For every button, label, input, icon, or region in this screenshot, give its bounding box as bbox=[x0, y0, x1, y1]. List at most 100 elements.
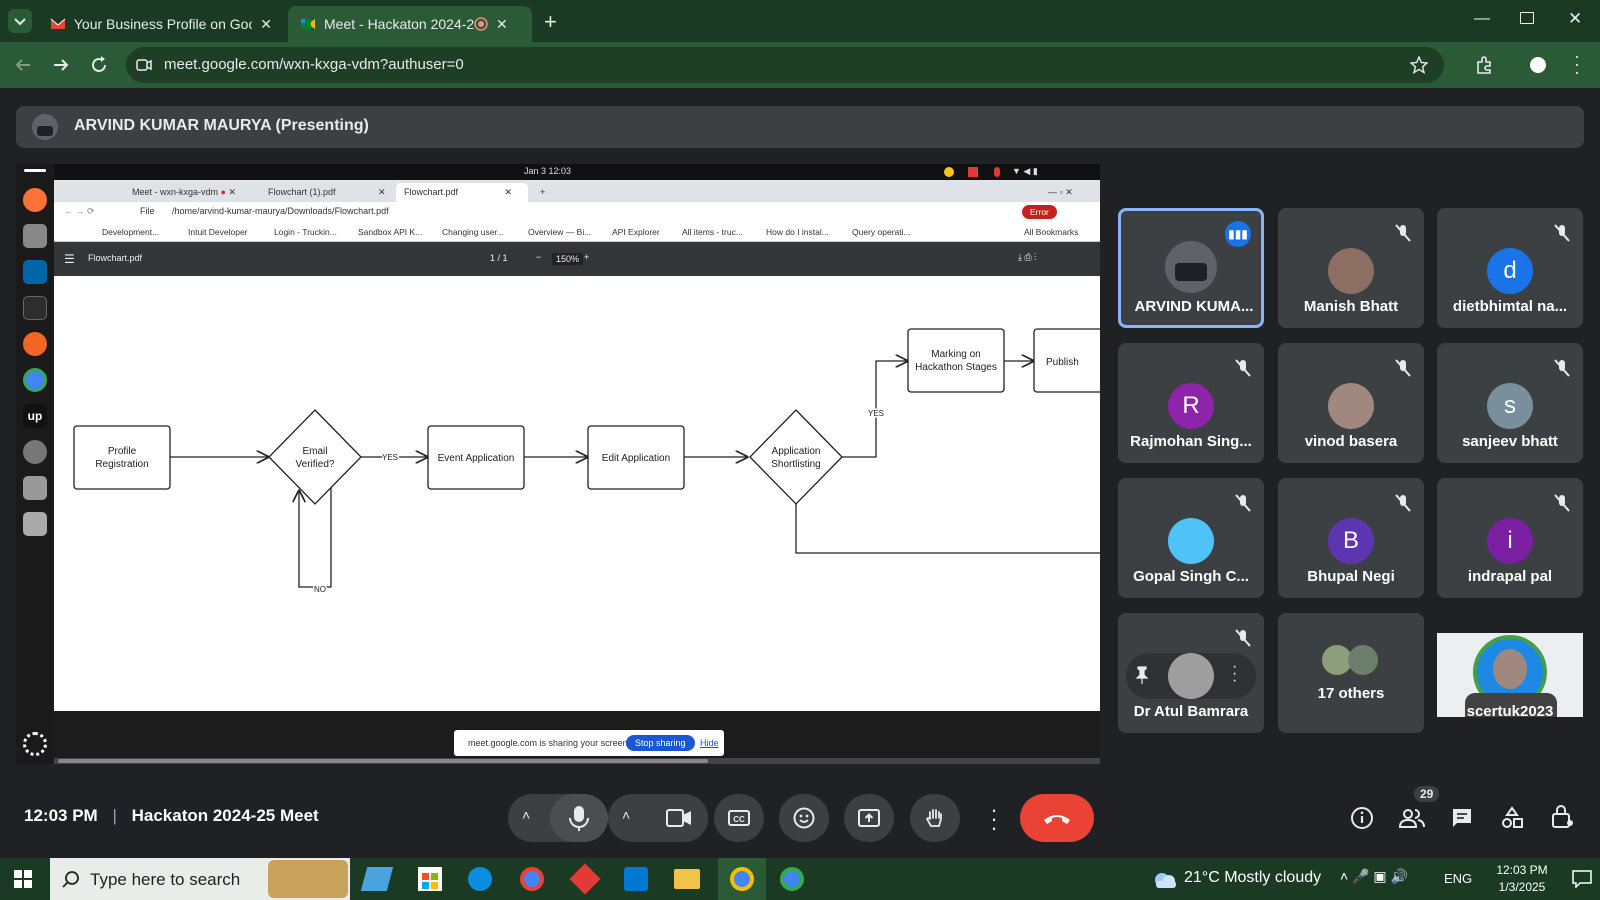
new-tab-button[interactable]: + bbox=[544, 9, 557, 35]
profile-avatar[interactable] bbox=[1530, 57, 1546, 73]
participant-tile[interactable]: R Rajmohan Sing... bbox=[1118, 343, 1264, 463]
site-info-icon[interactable] bbox=[136, 57, 152, 73]
chrome-icon[interactable] bbox=[520, 867, 544, 891]
search-highlight-image bbox=[268, 860, 348, 898]
document-icon bbox=[23, 476, 47, 500]
more-options-button[interactable]: · · · bbox=[976, 794, 1012, 842]
inner-tab-active: Flowchart.pdf ✕ bbox=[396, 183, 528, 202]
taskbar-clock[interactable]: 12:03 PM 1/3/2025 bbox=[1486, 862, 1558, 896]
participant-name: Gopal Singh C... bbox=[1133, 568, 1249, 585]
participant-tile-video[interactable]: scertuk2023 bbox=[1437, 613, 1583, 733]
participant-name: Dr Atul Bamrara bbox=[1133, 703, 1249, 720]
pdf-zoom: 150% bbox=[552, 253, 584, 265]
chevron-up-icon[interactable]: ˄ bbox=[522, 807, 530, 823]
anydesk-icon[interactable] bbox=[569, 863, 601, 895]
participant-tile[interactable]: Manish Bhatt bbox=[1278, 208, 1424, 328]
participant-name: Bhupal Negi bbox=[1307, 568, 1395, 585]
hand-icon bbox=[925, 809, 942, 827]
participant-tile[interactable]: Gopal Singh C... bbox=[1118, 478, 1264, 598]
participant-tile[interactable]: i indrapal pal bbox=[1437, 478, 1583, 598]
present-button[interactable] bbox=[844, 794, 894, 842]
ubuntu-dock: up bbox=[16, 164, 54, 764]
edge-icon[interactable] bbox=[468, 867, 492, 891]
close-window-button[interactable]: ✕ bbox=[1568, 9, 1582, 29]
file-explorer-icon[interactable] bbox=[674, 869, 700, 889]
participant-tile[interactable]: ▮▮▮ ARVIND KUMA... bbox=[1118, 208, 1264, 328]
back-button[interactable] bbox=[12, 54, 34, 76]
raise-hand-button[interactable] bbox=[910, 794, 960, 842]
url-text[interactable]: meet.google.com/wxn-kxga-vdm?authuser=0 bbox=[164, 56, 464, 73]
host-controls-icon[interactable] bbox=[1550, 804, 1574, 830]
taskbar-date: 1/3/2025 bbox=[1498, 880, 1546, 894]
chrome-profile-icon[interactable] bbox=[780, 867, 804, 891]
inner-tab: Flowchart (1).pdf ✕ bbox=[268, 187, 386, 197]
notification-center-icon[interactable] bbox=[1572, 870, 1592, 888]
close-icon[interactable]: ✕ bbox=[260, 16, 272, 33]
screen-share-notice: meet.google.com is sharing your screen. … bbox=[454, 730, 724, 756]
mic-off-icon bbox=[1235, 494, 1251, 512]
participant-name: vinod basera bbox=[1304, 433, 1398, 450]
store-icon[interactable] bbox=[418, 867, 442, 891]
browser-toolbar: meet.google.com/wxn-kxga-vdm?authuser=0 … bbox=[0, 42, 1600, 88]
mic-off-icon bbox=[1395, 494, 1411, 512]
leave-call-button[interactable] bbox=[1020, 794, 1094, 842]
mic-off-icon bbox=[1395, 359, 1411, 377]
app-icon-1[interactable] bbox=[360, 867, 394, 891]
reactions-button[interactable] bbox=[779, 794, 829, 842]
address-bar[interactable]: meet.google.com/wxn-kxga-vdm?authuser=0 bbox=[126, 47, 1444, 83]
mic-off-icon bbox=[1554, 494, 1570, 512]
others-tile[interactable]: 17 others bbox=[1278, 613, 1424, 733]
star-icon[interactable] bbox=[1410, 56, 1428, 74]
bookmark: All items - truc... bbox=[682, 227, 743, 237]
taskbar-search[interactable]: Type here to search bbox=[50, 858, 350, 900]
tab-business-profile[interactable]: Your Business Profile on Google ✕ bbox=[38, 6, 284, 42]
participant-tile[interactable]: B Bhupal Negi bbox=[1278, 478, 1424, 598]
flow-text: Marking on bbox=[931, 349, 980, 360]
pdf-menu-icon: ☰ bbox=[64, 252, 75, 266]
weather-text[interactable]: 21°C Mostly cloudy bbox=[1184, 869, 1321, 887]
browser-tab-bar: Your Business Profile on Google ✕ Meet -… bbox=[0, 0, 1600, 42]
microphone-button[interactable] bbox=[550, 794, 608, 842]
inner-new-tab: + bbox=[540, 187, 546, 197]
info-icon[interactable] bbox=[1350, 806, 1374, 830]
restore-button[interactable] bbox=[1520, 12, 1534, 24]
forward-button[interactable] bbox=[50, 54, 72, 76]
flow-text: Registration bbox=[95, 459, 148, 470]
extensions-icon[interactable] bbox=[1474, 54, 1496, 76]
windows-taskbar: Type here to search 21°C Mostly cloudy ˄… bbox=[0, 858, 1600, 900]
chevron-up-icon[interactable]: ˄ bbox=[622, 807, 630, 823]
camera-button[interactable] bbox=[650, 794, 708, 842]
present-screen-icon bbox=[858, 809, 880, 827]
flow-node-marking bbox=[907, 328, 1005, 393]
avatar bbox=[1328, 383, 1374, 429]
taskbar-active-app[interactable] bbox=[718, 858, 766, 900]
mic-off-icon bbox=[1235, 359, 1251, 377]
tab-meet[interactable]: Meet - Hackaton 2024-25 M ✕ bbox=[288, 6, 532, 42]
pin-icon[interactable] bbox=[1132, 665, 1152, 685]
browser-menu-icon[interactable]: · · · bbox=[1574, 47, 1580, 81]
close-icon[interactable]: ✕ bbox=[496, 16, 508, 33]
participant-tile[interactable]: vinod basera bbox=[1278, 343, 1424, 463]
tray-icons[interactable]: ˄ 🎤 ▣ 🔊 bbox=[1340, 868, 1408, 885]
participant-tile[interactable]: s sanjeev bhatt bbox=[1437, 343, 1583, 463]
more-options-icon[interactable]: · · · bbox=[1232, 659, 1237, 689]
windows-start-icon[interactable] bbox=[14, 870, 32, 888]
pdf-title: Flowchart.pdf bbox=[88, 253, 143, 263]
mic-control: ˄ bbox=[508, 794, 608, 842]
participant-name: dietbhimtal na... bbox=[1452, 298, 1568, 315]
activities-icon[interactable] bbox=[1500, 806, 1524, 830]
participant-tile[interactable]: · · · Dr Atul Bamrara bbox=[1118, 613, 1264, 733]
people-button[interactable]: 29 bbox=[1398, 786, 1440, 830]
outlook-icon[interactable] bbox=[624, 867, 648, 891]
tab-search-button[interactable] bbox=[8, 9, 32, 33]
language-indicator[interactable]: ENG bbox=[1444, 871, 1472, 886]
minimize-button[interactable]: — bbox=[1474, 10, 1490, 28]
captions-button[interactable]: CC bbox=[714, 794, 764, 842]
pdf-actions-icons: ⤓ ⎙ ⋮ bbox=[1018, 252, 1037, 262]
share-notice-text: meet.google.com is sharing your screen. bbox=[468, 738, 631, 748]
reload-button[interactable] bbox=[88, 54, 110, 76]
chat-icon[interactable] bbox=[1450, 806, 1474, 830]
people-icon bbox=[1398, 809, 1425, 828]
participant-tile[interactable]: d dietbhimtal na... bbox=[1437, 208, 1583, 328]
flowchart: Profile Registration Email Verified? YES… bbox=[73, 328, 1100, 596]
